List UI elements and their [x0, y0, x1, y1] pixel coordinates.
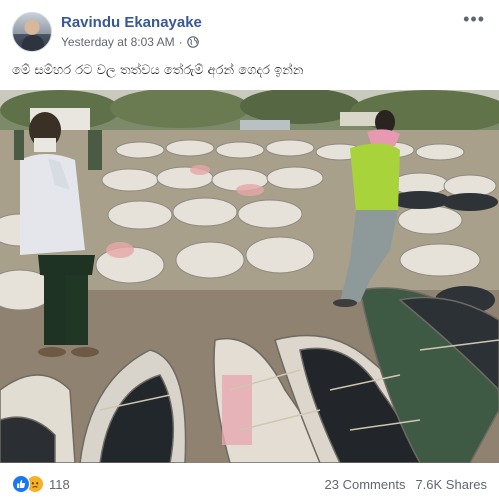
engagement-counts: 23 Comments 7.6K Shares	[325, 477, 487, 492]
reactions-summary[interactable]: 118	[12, 475, 70, 493]
post-text: මේ සම්හර රට වල තත්වය තේරුම් අරන් ගෙදර ඉන…	[12, 63, 304, 78]
post-header: Ravindu Ekanayake Yesterday at 8:03 AM ·…	[12, 10, 487, 56]
more-options-icon[interactable]: •••	[463, 10, 485, 28]
meta-separator: ·	[178, 35, 183, 49]
shares-count-link[interactable]: 7.6K Shares	[415, 477, 487, 492]
post-timestamp[interactable]: Yesterday at 8:03 AM	[61, 35, 175, 49]
like-icon	[12, 475, 30, 493]
facebook-post: Ravindu Ekanayake Yesterday at 8:03 AM ·…	[0, 0, 499, 501]
author-avatar[interactable]	[12, 12, 52, 52]
globe-icon	[186, 36, 199, 48]
comments-count-link[interactable]: 23 Comments	[325, 477, 406, 492]
author-name[interactable]: Ravindu Ekanayake	[61, 14, 202, 31]
post-photo[interactable]	[0, 90, 499, 463]
photo-illustration	[0, 90, 499, 463]
reaction-count: 118	[49, 476, 70, 492]
post-footer: 118 23 Comments 7.6K Shares	[12, 472, 487, 496]
post-meta: Yesterday at 8:03 AM ·	[61, 35, 199, 49]
